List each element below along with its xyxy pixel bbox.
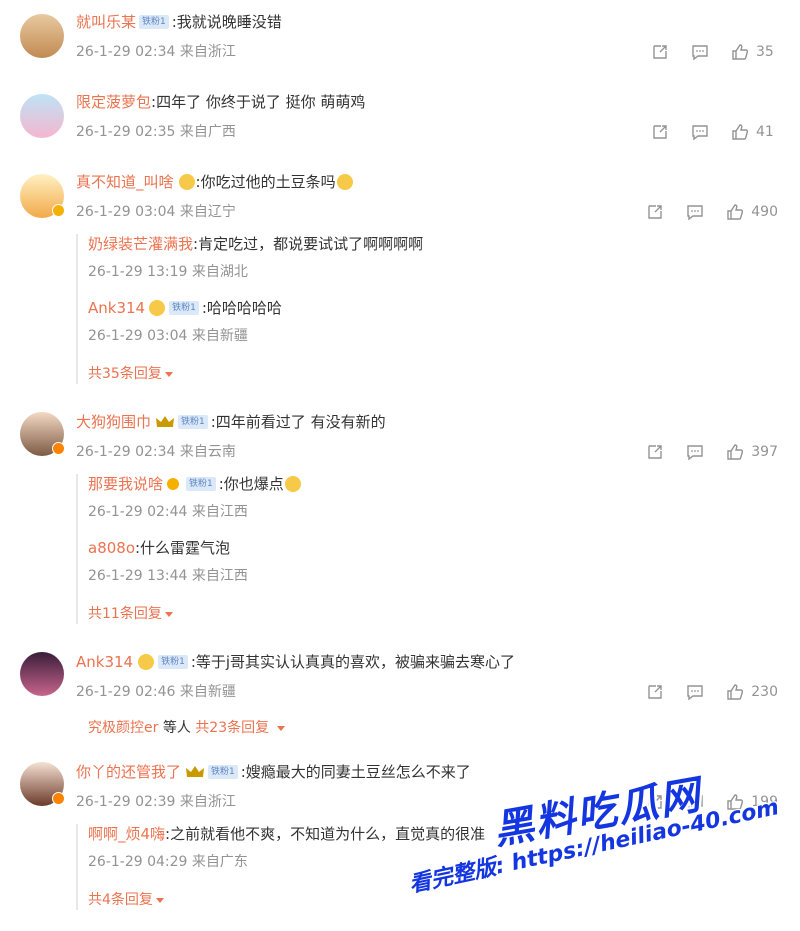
- share-icon[interactable]: [645, 682, 665, 702]
- comment-text: :嫂瘾最大的同妻土豆丝怎么不来了: [240, 763, 471, 781]
- emoji-icon: [178, 174, 195, 190]
- share-icon[interactable]: [650, 42, 670, 62]
- like-icon[interactable]: [725, 442, 745, 462]
- username[interactable]: 啊啊_烦4嗨: [88, 824, 165, 844]
- share-icon[interactable]: [650, 122, 670, 142]
- emoji-icon: [138, 654, 155, 670]
- username[interactable]: Ank314: [88, 298, 145, 318]
- reply-meta: 26-1-29 13:19 来自湖北: [88, 264, 248, 280]
- reply-item: 奶绿装芒灌满我 :肯定吃过，都说要试试了啊啊啊啊 26-1-29 13:19 来…: [88, 234, 688, 298]
- share-icon[interactable]: [645, 442, 665, 462]
- verified-badge: [52, 204, 65, 217]
- username[interactable]: 你丫的还管我了: [76, 762, 181, 782]
- fan-badge: 铁粉1: [169, 301, 199, 315]
- like-icon[interactable]: [730, 122, 750, 142]
- chevron-down-icon: [164, 371, 173, 377]
- username[interactable]: Ank314: [76, 652, 133, 672]
- chevron-down-icon: [277, 725, 286, 731]
- username[interactable]: 大狗狗围巾: [76, 412, 151, 432]
- avatar[interactable]: [20, 94, 64, 138]
- reply-icon[interactable]: [685, 442, 705, 462]
- more-replies-label: 共11条回复: [88, 606, 162, 622]
- reply-list: 那要我说啥 铁粉1 :你也爆点 26-1-29 02:44 来自江西 a808o…: [76, 474, 688, 624]
- like-count: 41: [756, 124, 774, 140]
- reply-text: :哈哈哈哈哈: [201, 299, 282, 317]
- more-replies-label: 共4条回复: [88, 892, 153, 908]
- fan-badge: 铁粉1: [139, 15, 169, 29]
- reply-summary-count: 共23条回复: [195, 720, 270, 736]
- comment-meta: 26-1-29 02:34 来自云南: [76, 444, 236, 460]
- reply-item: a808o :什么雷霆气泡 26-1-29 13:44 来自江西: [88, 538, 688, 602]
- like-icon[interactable]: [730, 42, 750, 62]
- username[interactable]: 就叫乐某: [76, 12, 136, 32]
- comment-actions: 397: [625, 442, 778, 462]
- more-replies-link[interactable]: 共11条回复: [88, 604, 688, 624]
- comment-text: :我就说晚睡没错: [171, 13, 282, 31]
- reply-meta: 26-1-29 13:44 来自江西: [88, 568, 248, 584]
- crown-icon: [156, 416, 175, 427]
- reply-icon[interactable]: [685, 682, 705, 702]
- reply-item: 那要我说啥 铁粉1 :你也爆点 26-1-29 02:44 来自江西: [88, 474, 688, 538]
- comment-meta: 26-1-29 02:39 来自浙江: [76, 794, 236, 810]
- like-count: 35: [756, 44, 774, 60]
- reply-icon[interactable]: [690, 122, 710, 142]
- reply-icon[interactable]: [685, 202, 705, 222]
- comment-meta: 26-1-29 02:35 来自广西: [76, 124, 236, 140]
- like-count: 230: [751, 684, 778, 700]
- verified-badge: [52, 792, 65, 805]
- reply-meta: 26-1-29 02:44 来自江西: [88, 504, 248, 520]
- comment-text: :你吃过他的土豆条吗: [195, 173, 336, 191]
- more-replies-label: 共35条回复: [88, 366, 162, 382]
- username[interactable]: a808o: [88, 538, 135, 558]
- reply-meta: 26-1-29 03:04 来自新疆: [88, 328, 248, 344]
- avatar[interactable]: [20, 652, 64, 696]
- emoji-icon: [149, 300, 166, 316]
- emoji-icon: [284, 476, 301, 492]
- fan-badge: 铁粉1: [178, 415, 208, 429]
- reply-item: Ank314 铁粉1 :哈哈哈哈哈 26-1-29 03:04 来自新疆: [88, 298, 688, 362]
- reply-text: :什么雷霆气泡: [135, 539, 231, 557]
- comment-text: :等于j哥其实认认真真的喜欢，被骗来骗去寒心了: [190, 653, 516, 671]
- comment-meta: 26-1-29 02:46 来自新疆: [76, 684, 236, 700]
- reply-icon[interactable]: [690, 42, 710, 62]
- username[interactable]: 奶绿装芒灌满我: [88, 234, 193, 254]
- username[interactable]: 真不知道_叫啥: [76, 172, 174, 192]
- more-replies-link[interactable]: 共35条回复: [88, 364, 688, 384]
- verified-icon: [167, 478, 180, 490]
- reply-text: :你也爆点: [218, 475, 284, 493]
- reply-summary-link[interactable]: 究极颜控er 等人 共23条回复: [88, 718, 286, 738]
- like-count: 490: [751, 204, 778, 220]
- comment-actions: 41: [630, 122, 778, 142]
- avatar[interactable]: [20, 14, 64, 58]
- comment-text: :四年前看过了 有没有新的: [210, 413, 386, 431]
- reply-text: :肯定吃过，都说要试试了啊啊啊啊: [193, 235, 424, 253]
- fan-badge: 铁粉1: [186, 477, 216, 491]
- like-icon[interactable]: [725, 682, 745, 702]
- more-replies-link[interactable]: 共4条回复: [88, 890, 688, 910]
- comment-meta: 26-1-29 03:04 来自辽宁: [76, 204, 236, 220]
- verified-badge: [52, 442, 65, 455]
- username[interactable]: 限定菠萝包: [76, 92, 151, 112]
- chevron-down-icon: [155, 897, 164, 903]
- comment-actions: 35: [630, 42, 778, 62]
- comment-actions: 490: [625, 202, 778, 222]
- crown-icon: [186, 766, 205, 777]
- share-icon[interactable]: [645, 202, 665, 222]
- reply-text: :之前就看他不爽，不知道为什么，直觉真的很准: [165, 825, 486, 843]
- emoji-icon: [336, 174, 353, 190]
- reply-summary-mid: 等人: [158, 720, 196, 736]
- reply-list: 奶绿装芒灌满我 :肯定吃过，都说要试试了啊啊啊啊 26-1-29 13:19 来…: [76, 234, 688, 384]
- comment-actions: 230: [625, 682, 778, 702]
- like-count: 397: [751, 444, 778, 460]
- username[interactable]: 那要我说啥: [88, 474, 163, 494]
- fan-badge: 铁粉1: [158, 655, 188, 669]
- comment-text: :四年了 你终于说了 挺你 萌萌鸡: [151, 93, 366, 111]
- comment-meta: 26-1-29 02:34 来自浙江: [76, 44, 236, 60]
- fan-badge: 铁粉1: [208, 765, 238, 779]
- reply-user[interactable]: 究极颜控er: [88, 718, 158, 738]
- chevron-down-icon: [164, 611, 173, 617]
- like-icon[interactable]: [725, 202, 745, 222]
